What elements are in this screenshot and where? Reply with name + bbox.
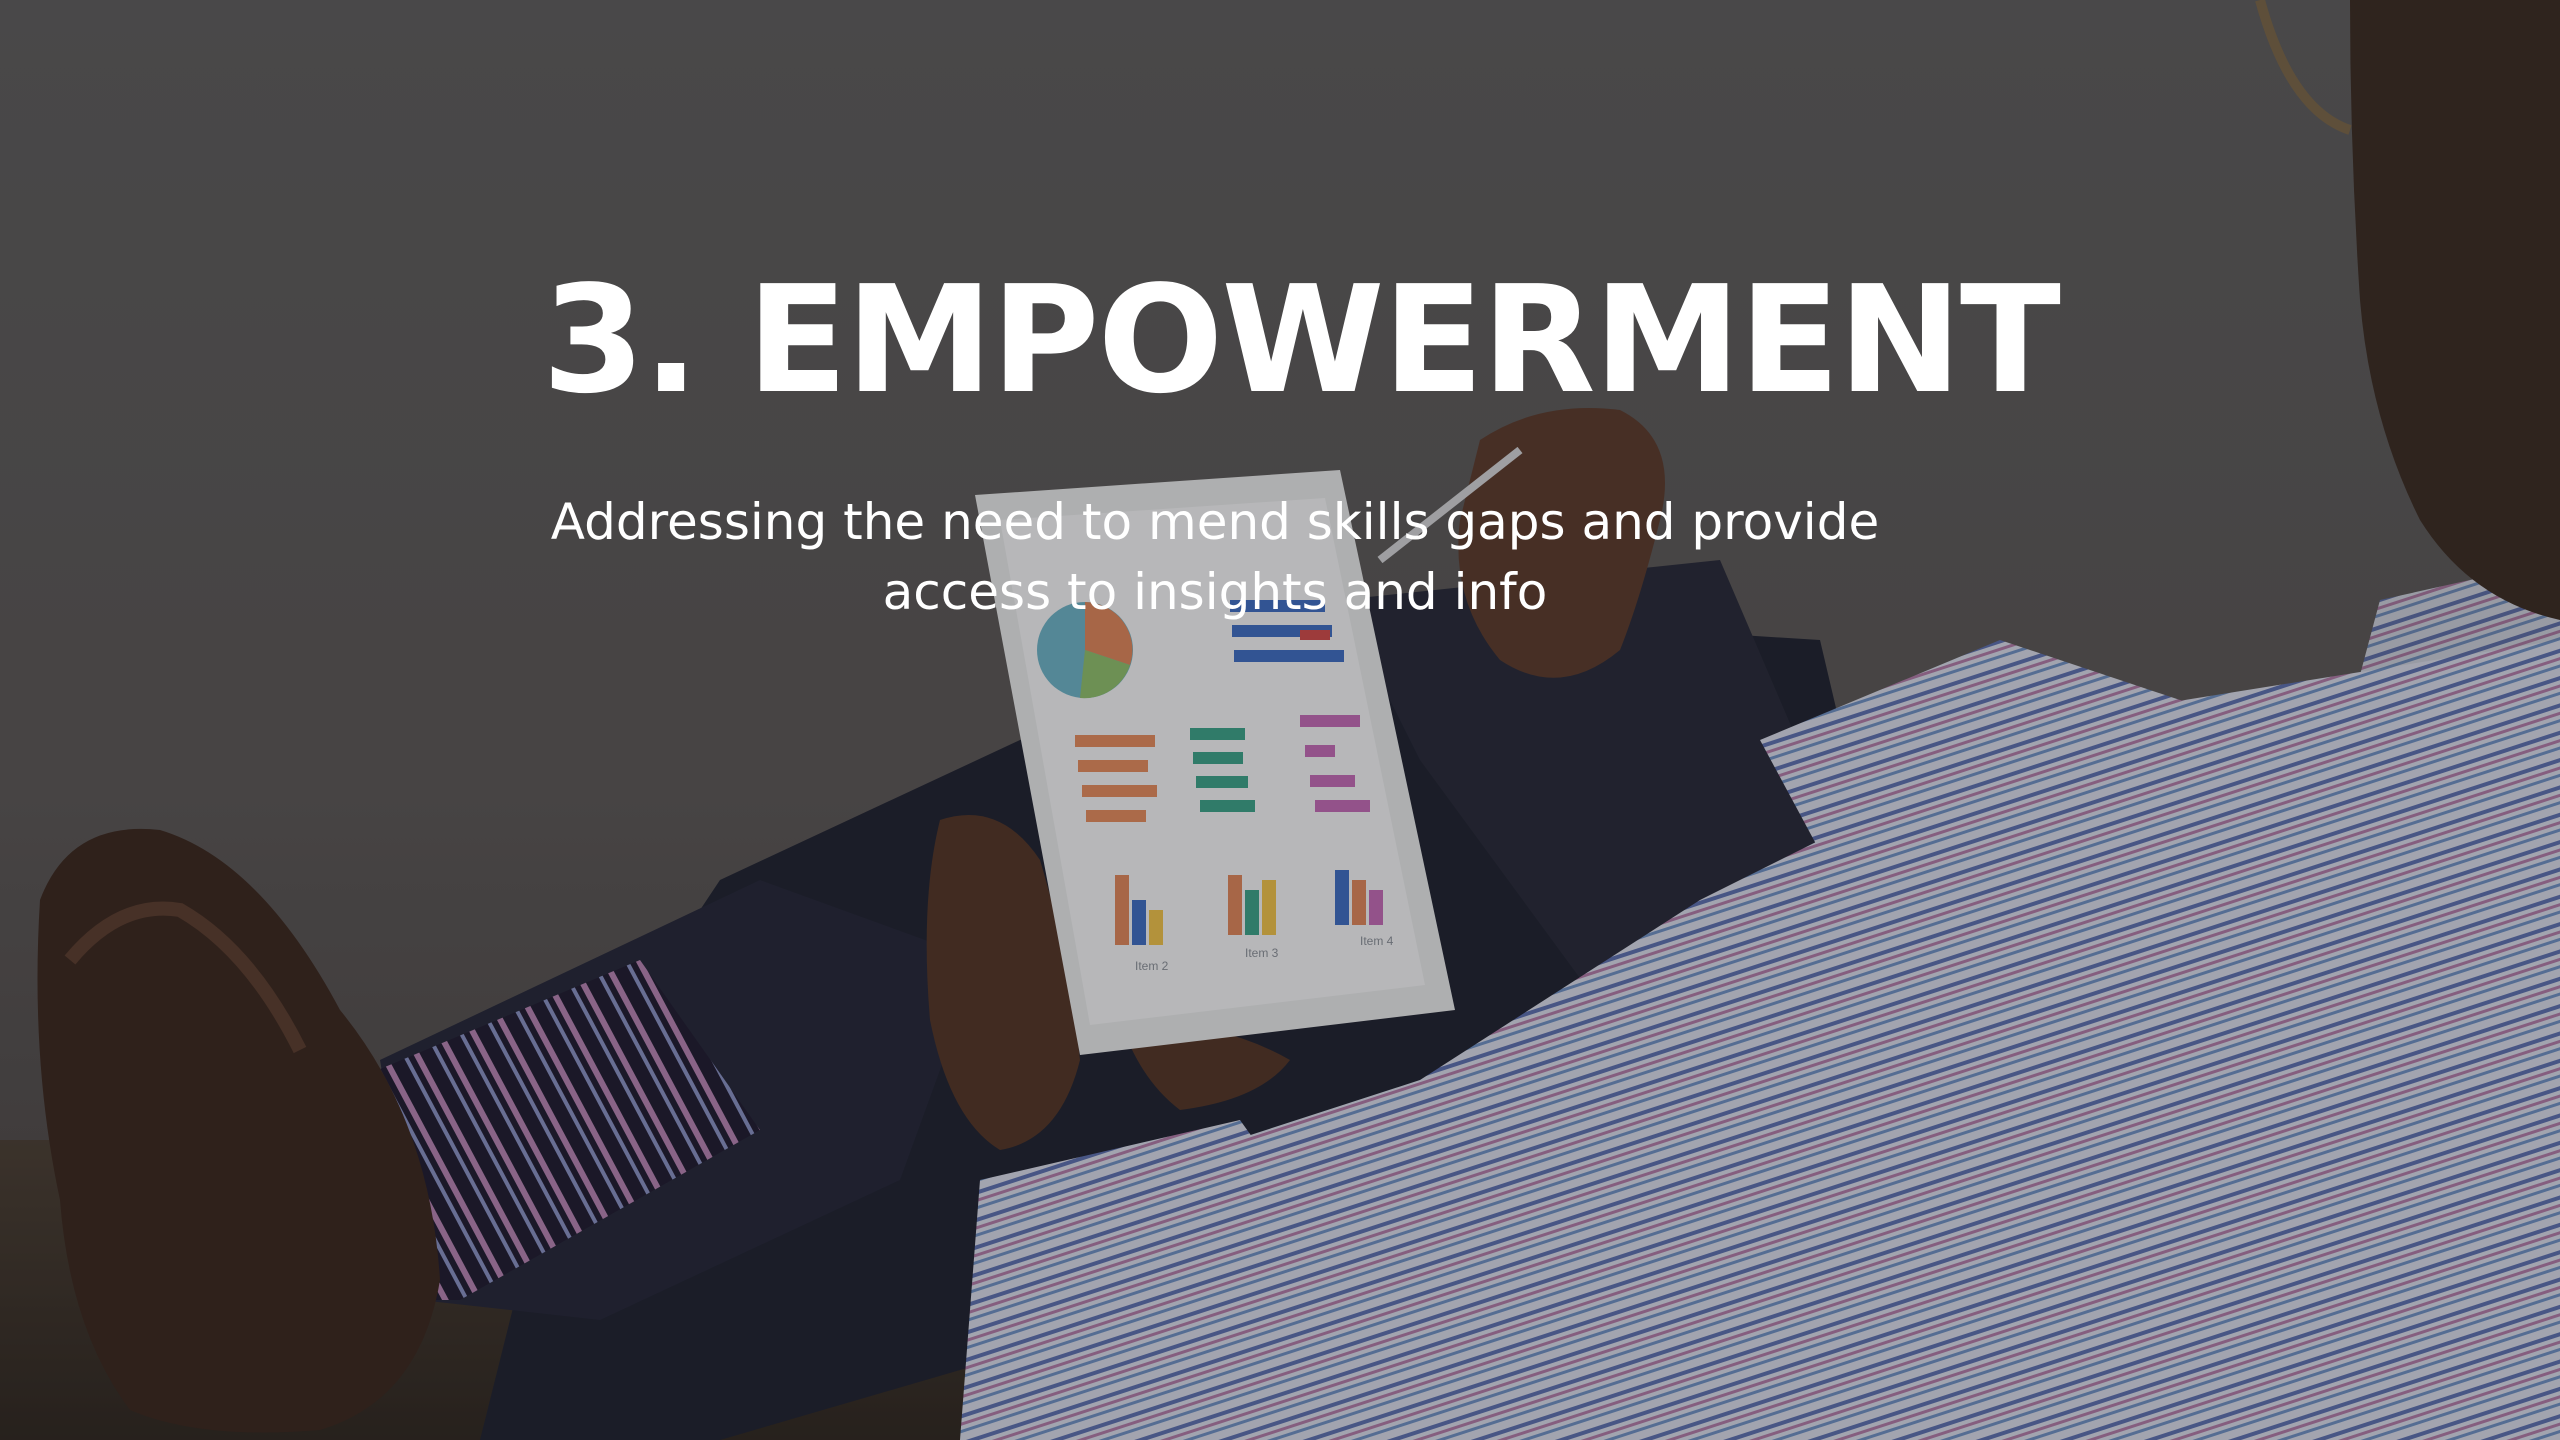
slide-content: 3. EMPOWERMENT Addressing the need to me… [540,245,2061,627]
slide-subtitle: Addressing the need to mend skills gaps … [550,493,1880,621]
slide: Item 2 Item 3 Item 4 3. EMPOWERMENT Addr… [0,0,2560,1440]
slide-title: 3. EMPOWERMENT [542,254,2061,426]
dark-overlay [0,0,2560,1440]
